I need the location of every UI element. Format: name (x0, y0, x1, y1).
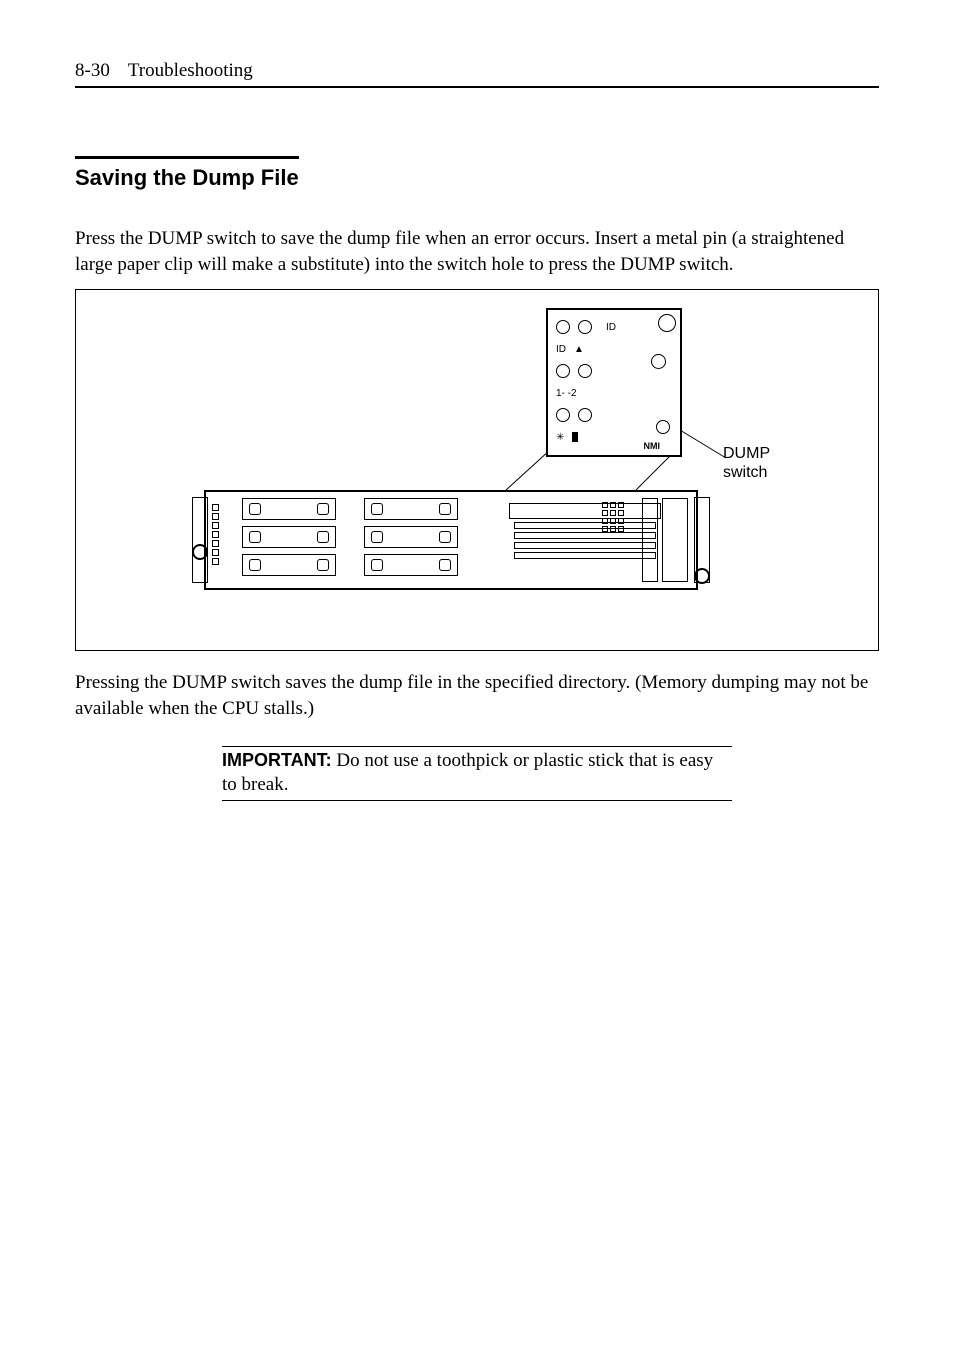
header-section-name: Troubleshooting (128, 60, 253, 82)
led-icon (556, 364, 570, 378)
activity-icon: ✳ (556, 432, 564, 443)
section: Saving the Dump File Press the DUMP swit… (75, 156, 879, 801)
paragraph-intro: Press the DUMP switch to save the dump f… (75, 226, 879, 277)
id-led-big-icon (658, 314, 676, 332)
paragraph-result: Pressing the DUMP switch saves the dump … (75, 670, 879, 721)
control-strip (642, 498, 658, 582)
rack-ear-left (192, 497, 208, 583)
dump-switch-callout: DUMP switch (723, 444, 770, 482)
important-note: IMPORTANT: Do not use a toothpick or pla… (222, 746, 732, 801)
page-number: 8-30 (75, 60, 110, 82)
led-icon (556, 408, 570, 422)
page: 8-30 Troubleshooting Saving the Dump Fil… (0, 0, 954, 841)
led-icon (578, 320, 592, 334)
page-header: 8-30 Troubleshooting (75, 60, 879, 88)
id-label: ID (606, 322, 616, 333)
vent-row (514, 552, 656, 559)
detail-panel-inner: ID ID ▲ 1- -2 (556, 318, 672, 447)
warning-icon: ▲ (574, 344, 584, 355)
id-small-label: ID (556, 344, 566, 355)
detail-panel: ID ID ▲ 1- -2 (546, 308, 682, 457)
drive-icon (572, 432, 578, 442)
indicator-grid (602, 502, 638, 534)
optical-tray (509, 503, 661, 519)
led-icon (578, 364, 592, 378)
control-panel (662, 498, 688, 582)
drive-bay-column-1 (242, 498, 336, 582)
section-title: Saving the Dump File (75, 156, 299, 191)
vent-row (514, 542, 656, 549)
figure-container: ID ID ▲ 1- -2 (75, 289, 879, 651)
important-label: IMPORTANT: (222, 750, 332, 770)
drive-bay (364, 554, 458, 576)
drive-bay (364, 526, 458, 548)
drive-bay (242, 554, 336, 576)
vent-strip (212, 504, 220, 574)
drive-bay (242, 526, 336, 548)
led-icon (556, 320, 570, 334)
server-chassis (204, 490, 698, 590)
nmi-label: NMI (644, 441, 661, 451)
led-icon (578, 408, 592, 422)
drive-bay-column-2 (364, 498, 458, 582)
drive-bay (242, 498, 336, 520)
drive-bay (364, 498, 458, 520)
lan-label: 1- -2 (556, 388, 577, 399)
